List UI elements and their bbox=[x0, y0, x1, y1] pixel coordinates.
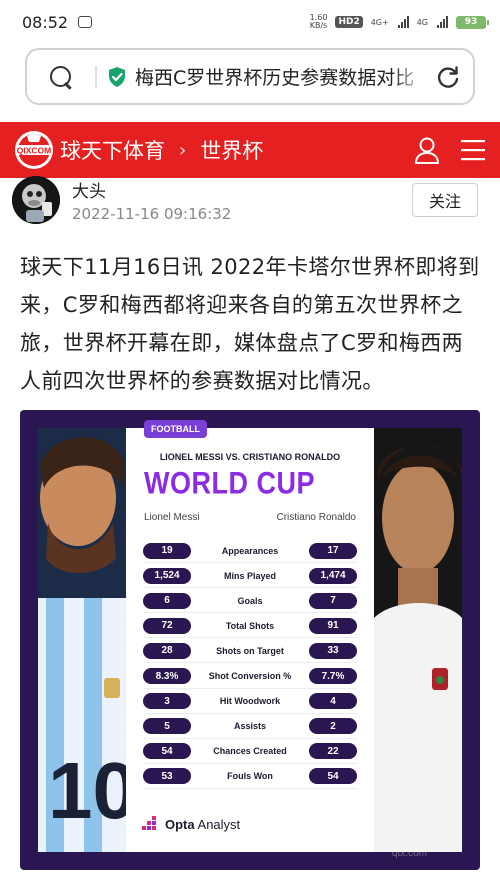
stat-label: Mins Played bbox=[223, 570, 277, 581]
network-speed: 1.60 KB/s bbox=[309, 13, 328, 30]
reload-icon[interactable] bbox=[435, 64, 461, 90]
avatar-image bbox=[12, 176, 60, 224]
stat-row: 8.3% Shot Conversion % 7.7% bbox=[126, 663, 374, 689]
opta-logo-icon bbox=[142, 816, 156, 830]
right-stat-value: 7.7% bbox=[309, 668, 357, 685]
player-names: Lionel Messi Cristiano Ronaldo bbox=[126, 512, 374, 523]
avatar[interactable] bbox=[12, 176, 60, 224]
notification-app-icon bbox=[78, 16, 93, 28]
right-stat-value: 54 bbox=[309, 768, 357, 785]
site-logo-icon[interactable]: QIXCOM bbox=[14, 130, 54, 170]
stat-label: Goals bbox=[237, 595, 263, 606]
stat-row: 1,524 Mins Played 1,474 bbox=[126, 563, 374, 589]
left-stat-value: 54 bbox=[143, 743, 191, 760]
right-stat-value: 1,474 bbox=[309, 567, 357, 584]
svg-text:QIXCOM: QIXCOM bbox=[17, 146, 51, 156]
author-name[interactable]: 大头 bbox=[72, 177, 231, 202]
stat-row: 19 Appearances 17 bbox=[126, 538, 374, 564]
address-bar[interactable]: 梅西C罗世界杯历史参赛数据对比 bbox=[25, 48, 475, 105]
source-text: Opta Analyst bbox=[165, 816, 241, 832]
publish-time: 2022-11-16 09:16:32 bbox=[72, 205, 232, 223]
status-bar: 08:52 1.60 KB/s HD2 4G+ 4G 93 bbox=[0, 0, 500, 44]
left-stat-value: 19 bbox=[143, 542, 191, 559]
source-logo: Opta Analyst bbox=[142, 816, 240, 832]
stats-table: 19 Appearances 17 1,524 Mins Played 1,474 6 Goa… bbox=[126, 538, 374, 790]
left-stat-value: 6 bbox=[143, 592, 191, 609]
right-stat-value: 33 bbox=[309, 642, 357, 659]
search-icon[interactable] bbox=[49, 65, 73, 89]
category-tag: FOOTBALL bbox=[144, 420, 207, 438]
signal-icon-2 bbox=[437, 16, 448, 28]
author-row: 大头 2022-11-16 09:16:32 关注 bbox=[12, 176, 488, 224]
left-stat-value: 28 bbox=[143, 642, 191, 659]
stat-row: 5 Assists 2 bbox=[126, 714, 374, 739]
right-stat-value: 2 bbox=[309, 718, 357, 735]
right-stat-value: 91 bbox=[309, 617, 357, 634]
battery-icon: 93 bbox=[456, 15, 489, 29]
right-stat-value: 17 bbox=[309, 542, 357, 559]
network-type-label-2: 4G bbox=[416, 17, 428, 27]
svg-text:10: 10 bbox=[48, 746, 126, 835]
infographic-title: WORLD CUP bbox=[144, 466, 315, 501]
stat-label: Total Shots bbox=[225, 620, 275, 631]
messi-photo: 10 bbox=[38, 428, 126, 852]
hd-voice-icon: HD2 bbox=[335, 16, 363, 28]
status-icons: 1.60 KB/s HD2 4G+ 4G 93 bbox=[309, 13, 489, 30]
stat-label: Shot Conversion % bbox=[208, 671, 292, 682]
stats-card: FOOTBALL LIONEL MESSI VS. CRISTIANO RONA… bbox=[126, 420, 374, 852]
follow-button[interactable]: 关注 bbox=[412, 183, 478, 217]
stat-label: Hit Woodwork bbox=[219, 696, 281, 707]
breadcrumb-section[interactable]: 世界杯 bbox=[200, 135, 263, 165]
secure-shield-icon bbox=[109, 66, 125, 87]
left-stat-value: 53 bbox=[143, 768, 191, 785]
status-time: 08:52 bbox=[22, 12, 69, 32]
left-stat-value: 5 bbox=[143, 718, 191, 735]
right-player-name: Cristiano Ronaldo bbox=[276, 512, 357, 523]
stat-label: Chances Created bbox=[213, 746, 287, 757]
site-header: QIXCOM 球天下体育 › 世界杯 bbox=[0, 122, 500, 178]
stat-row: 3 Hit Woodwork 4 bbox=[126, 689, 374, 714]
left-stat-value: 72 bbox=[143, 617, 191, 634]
network-type-label: 4G+ bbox=[370, 17, 389, 27]
stat-label: Assists bbox=[233, 721, 267, 732]
matchup-heading: LIONEL MESSI VS. CRISTIANO RONALDO bbox=[159, 452, 341, 462]
stat-label: Shots on Target bbox=[216, 645, 284, 656]
right-stat-value: 4 bbox=[309, 693, 357, 710]
site-name[interactable]: 球天下体育 bbox=[60, 135, 165, 165]
right-stat-value: 22 bbox=[309, 743, 357, 760]
article-paragraph: 球天下11月16日讯 2022年卡塔尔世界杯即将到来，C罗和梅西都将迎来各自的第… bbox=[20, 255, 480, 393]
breadcrumb-separator: › bbox=[179, 139, 187, 161]
image-watermark: qtx.com bbox=[392, 848, 428, 859]
left-stat-value: 8.3% bbox=[143, 668, 191, 685]
stat-row: 28 Shots on Target 33 bbox=[126, 638, 374, 664]
header-actions bbox=[414, 136, 486, 164]
stat-row: 72 Total Shots 91 bbox=[126, 613, 374, 639]
stat-row: 6 Goals 7 bbox=[126, 588, 374, 614]
left-player-name: Lionel Messi bbox=[144, 512, 200, 523]
author-info: 大头 2022-11-16 09:16:32 bbox=[72, 177, 231, 223]
article-infographic[interactable]: 10 FOOTBALL LIONEL MESSI VS. CRISTIANO R… bbox=[20, 410, 480, 870]
left-stat-value: 3 bbox=[143, 693, 191, 710]
right-stat-value: 7 bbox=[309, 592, 357, 609]
ronaldo-photo bbox=[374, 428, 462, 852]
address-text[interactable]: 梅西C罗世界杯历史参赛数据对比 bbox=[135, 63, 427, 90]
stat-label: Appearances bbox=[221, 545, 279, 556]
left-stat-value: 1,524 bbox=[143, 567, 191, 584]
user-icon[interactable] bbox=[414, 136, 440, 164]
stat-row: 53 Fouls Won 54 bbox=[126, 764, 374, 790]
menu-icon[interactable] bbox=[460, 136, 486, 164]
signal-icon bbox=[397, 16, 409, 28]
stat-label: Fouls Won bbox=[227, 771, 273, 782]
stat-row: 54 Chances Created 22 bbox=[126, 739, 374, 764]
address-divider bbox=[95, 65, 97, 88]
